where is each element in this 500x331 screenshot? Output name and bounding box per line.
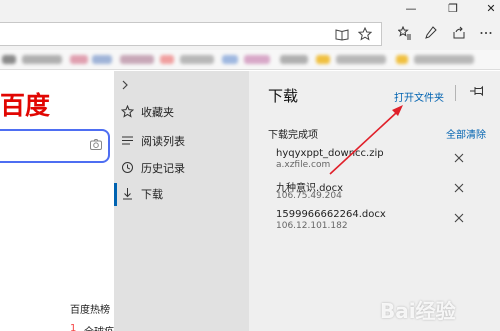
watermark: Bai经验	[380, 287, 498, 327]
star-icon[interactable]	[357, 26, 373, 43]
open-folder-link[interactable]: 打开文件夹	[394, 89, 444, 104]
maximize-button[interactable]: ❐	[446, 2, 460, 16]
favorite-item[interactable]	[92, 55, 112, 64]
favorite-item[interactable]	[396, 55, 408, 64]
download-filename[interactable]: hyqyxppt_downcc.zip	[276, 148, 384, 159]
reading-list-icon	[120, 134, 134, 150]
more-icon[interactable]	[478, 26, 494, 42]
close-button[interactable]: ✕	[484, 2, 498, 16]
hot-item-number: 1	[70, 323, 77, 331]
watermark-text: Bai经验	[380, 299, 456, 323]
favorite-item[interactable]	[222, 55, 238, 64]
hub-item-downloads[interactable]: 下载	[114, 184, 249, 206]
favorite-item[interactable]	[2, 55, 16, 64]
download-icon	[120, 187, 134, 203]
hot-list-title: 百度热榜	[70, 305, 110, 316]
title-bar: — ❐ ✕	[0, 0, 500, 18]
book-icon[interactable]	[334, 27, 350, 43]
minimize-button[interactable]: —	[404, 2, 418, 16]
download-source: 106.75.49.204	[276, 191, 342, 201]
address-bar[interactable]	[0, 22, 382, 46]
close-icon[interactable]	[453, 213, 465, 225]
download-source: 106.12.101.182	[276, 221, 348, 231]
favorite-item[interactable]	[244, 55, 270, 64]
favorite-item[interactable]	[316, 55, 330, 64]
baidu-logo: 百度	[0, 91, 51, 120]
favorite-item[interactable]	[180, 55, 214, 64]
history-icon	[120, 161, 134, 177]
favorites-icon	[120, 104, 134, 121]
hub-item-label: 收藏夹	[141, 106, 174, 119]
download-source: a.xzfile.com	[276, 160, 331, 170]
star-list-icon[interactable]	[397, 25, 413, 42]
share-icon[interactable]	[451, 26, 467, 42]
favorite-item[interactable]	[22, 55, 62, 64]
hub-item-label: 历史记录	[141, 162, 185, 175]
close-icon[interactable]	[453, 153, 465, 165]
favorite-item[interactable]	[336, 55, 386, 64]
hub-item-history[interactable]: 历史记录	[114, 158, 249, 180]
clear-all-link[interactable]: 全部清除	[446, 126, 486, 141]
hub-item-label: 下载	[141, 188, 163, 201]
pin-icon[interactable]	[468, 85, 486, 101]
favorite-item[interactable]	[120, 55, 154, 64]
chevron-right-icon[interactable]	[121, 80, 129, 93]
favorite-item[interactable]	[280, 55, 308, 64]
pen-icon[interactable]	[423, 26, 439, 42]
favorite-item[interactable]	[70, 55, 88, 64]
hub-item-reading-list[interactable]: 阅读列表	[114, 131, 249, 153]
favorite-item[interactable]	[160, 55, 174, 64]
favorite-item[interactable]	[414, 55, 474, 64]
divider	[455, 85, 456, 101]
hub-item-favorites[interactable]: 收藏夹	[114, 102, 249, 124]
camera-icon[interactable]	[90, 139, 104, 151]
favorites-bar	[0, 50, 500, 70]
download-filename[interactable]: 1599966662264.docx	[276, 209, 386, 220]
panel-title: 下载	[268, 87, 299, 105]
browser-window: { "window": { "minimize_glyph": "—", "ma…	[0, 0, 500, 331]
section-label: 下载完成项	[268, 130, 318, 141]
hot-item-link[interactable]: 全球疫	[84, 323, 114, 331]
toolbar	[0, 18, 500, 50]
close-icon[interactable]	[453, 183, 465, 195]
hub-item-label: 阅读列表	[141, 135, 185, 148]
